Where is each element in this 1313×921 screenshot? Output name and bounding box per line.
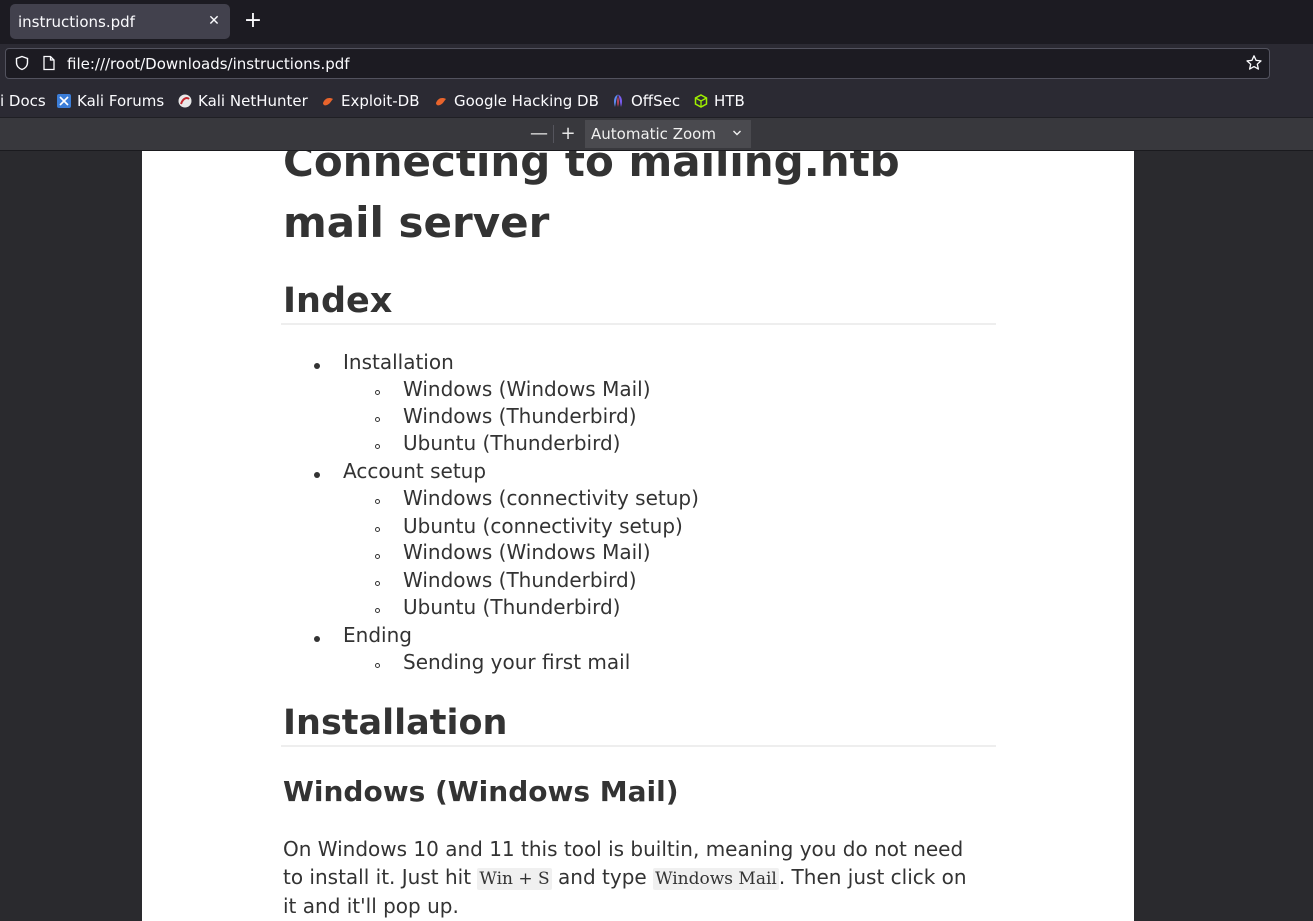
pdf-page: Connecting to mailing.htb mail server In… bbox=[142, 151, 1134, 921]
index-item-ending[interactable]: Ending bbox=[343, 623, 412, 647]
list-bullet bbox=[375, 444, 380, 449]
installation-heading-rule bbox=[281, 745, 996, 747]
bookmarks-toolbar: i Docs Kali Forums Kali NetHunter Exploi… bbox=[0, 84, 1313, 117]
index-subitem[interactable]: Windows (Windows Mail) bbox=[403, 377, 651, 401]
index-subitem[interactable]: Windows (connectivity setup) bbox=[403, 486, 699, 510]
zoom-in-button[interactable]: + bbox=[555, 122, 581, 146]
bookmark-exploit-db[interactable]: Exploit-DB bbox=[321, 92, 420, 112]
page-icon[interactable] bbox=[42, 55, 56, 71]
exploit-db-icon bbox=[323, 98, 333, 106]
tab-strip: instructions.pdf ✕ + bbox=[0, 0, 1313, 44]
list-bullet bbox=[375, 417, 380, 422]
chevron-down-icon bbox=[733, 130, 741, 136]
list-bullet bbox=[314, 636, 320, 642]
zoom-out-button[interactable]: — bbox=[526, 122, 552, 146]
list-bullet bbox=[375, 608, 380, 613]
list-bullet bbox=[314, 363, 320, 369]
kali-nethunter-icon bbox=[178, 94, 192, 108]
list-bullet bbox=[375, 499, 380, 504]
index-subitem[interactable]: Windows (Windows Mail) bbox=[403, 540, 651, 564]
bookmark-htb[interactable]: HTB bbox=[694, 92, 745, 112]
shield-icon[interactable] bbox=[14, 55, 30, 71]
tab-instructions-pdf[interactable]: instructions.pdf ✕ bbox=[10, 4, 230, 39]
bookmark-label: HTB bbox=[714, 92, 745, 110]
index-subitem[interactable]: Sending your first mail bbox=[403, 650, 630, 674]
windows-mail-heading: Windows (Windows Mail) bbox=[283, 775, 679, 808]
bookmark-kali-nethunter[interactable]: Kali NetHunter bbox=[178, 92, 308, 112]
index-subitem[interactable]: Ubuntu (Thunderbird) bbox=[403, 431, 620, 455]
list-bullet bbox=[375, 581, 380, 586]
navigation-bar: file:///root/Downloads/instructions.pdf bbox=[0, 44, 1313, 84]
ghdb-icon bbox=[436, 98, 446, 106]
tab-title: instructions.pdf bbox=[18, 13, 135, 31]
index-heading: Index bbox=[283, 281, 393, 321]
zoom-separator bbox=[553, 125, 554, 143]
windows-mail-paragraph: On Windows 10 and 11 this tool is builti… bbox=[283, 836, 983, 921]
bookmark-google-hacking-db[interactable]: Google Hacking DB bbox=[434, 92, 599, 112]
keyboard-shortcut: Win + S bbox=[477, 867, 552, 890]
kali-forums-icon bbox=[57, 94, 71, 108]
bookmark-kali-forums[interactable]: Kali Forums bbox=[57, 92, 164, 112]
app-name-code: Windows Mail bbox=[653, 867, 779, 890]
new-tab-button[interactable]: + bbox=[243, 9, 263, 33]
url-bar[interactable]: file:///root/Downloads/instructions.pdf bbox=[5, 48, 1270, 79]
bookmark-label: Exploit-DB bbox=[341, 92, 420, 110]
list-bullet bbox=[375, 390, 380, 395]
index-subitem[interactable]: Windows (Thunderbird) bbox=[403, 568, 637, 592]
offsec-icon bbox=[614, 94, 622, 107]
close-tab-icon[interactable]: ✕ bbox=[206, 12, 222, 30]
bookmark-kali-docs[interactable]: i Docs bbox=[0, 92, 46, 112]
htb-icon bbox=[694, 94, 708, 108]
bookmark-label: i Docs bbox=[0, 92, 46, 110]
index-item-account-setup[interactable]: Account setup bbox=[343, 459, 486, 483]
zoom-select[interactable]: Automatic Zoom bbox=[585, 120, 751, 148]
url-text[interactable]: file:///root/Downloads/instructions.pdf bbox=[67, 55, 350, 73]
installation-heading: Installation bbox=[283, 703, 508, 743]
zoom-select-value: Automatic Zoom bbox=[591, 125, 716, 143]
index-subitem[interactable]: Ubuntu (Thunderbird) bbox=[403, 595, 620, 619]
document-title: Connecting to mailing.htb mail server bbox=[283, 151, 900, 247]
bookmark-label: Google Hacking DB bbox=[454, 92, 599, 110]
bookmark-label: OffSec bbox=[631, 92, 681, 110]
list-bullet bbox=[375, 554, 380, 559]
pdf-toolbar: — + Automatic Zoom bbox=[0, 117, 1313, 151]
index-subitem[interactable]: Ubuntu (connectivity setup) bbox=[403, 514, 683, 538]
index-item-installation[interactable]: Installation bbox=[343, 350, 454, 374]
bookmark-label: Kali NetHunter bbox=[198, 92, 308, 110]
list-bullet bbox=[375, 527, 380, 532]
index-subitem[interactable]: Windows (Thunderbird) bbox=[403, 404, 637, 428]
bookmark-star-icon[interactable] bbox=[1245, 54, 1263, 72]
index-heading-rule bbox=[281, 323, 996, 325]
list-bullet bbox=[314, 472, 320, 478]
pdf-viewer[interactable]: Connecting to mailing.htb mail server In… bbox=[0, 151, 1313, 921]
paragraph-text: and type bbox=[551, 864, 654, 889]
bookmark-label: Kali Forums bbox=[77, 92, 165, 110]
bookmark-offsec[interactable]: OffSec bbox=[611, 92, 680, 112]
list-bullet bbox=[375, 663, 380, 668]
